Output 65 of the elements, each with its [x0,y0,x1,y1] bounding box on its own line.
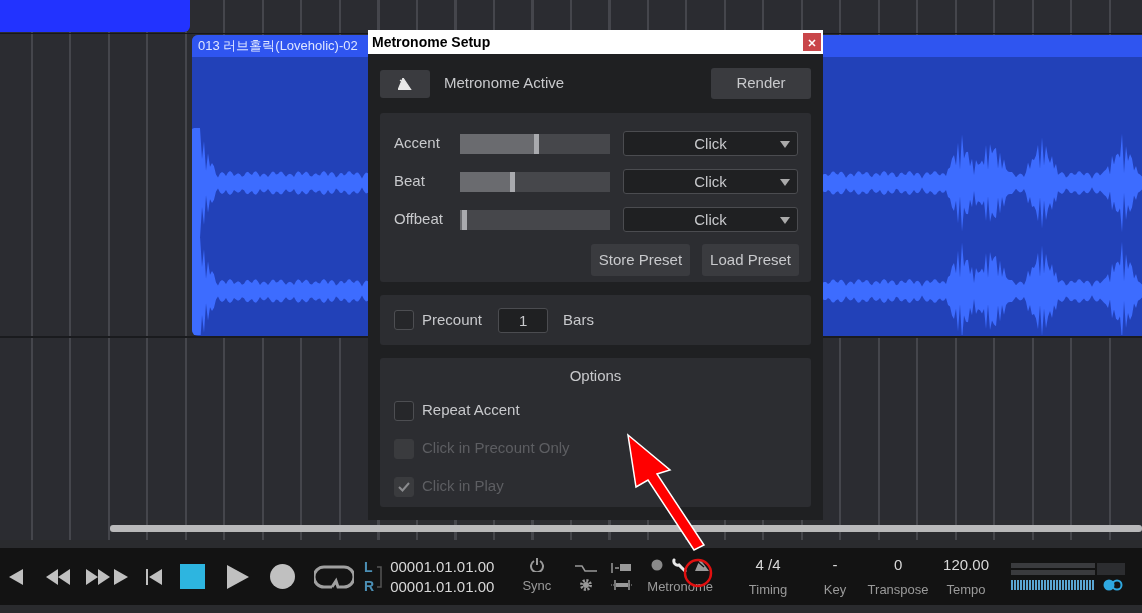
horizontal-scrollbar[interactable] [110,525,1142,532]
preset-button[interactable]: Store Preset [590,244,691,276]
sound-dropdown[interactable]: Click [623,207,798,232]
audio-clip[interactable] [0,0,190,32]
close-button[interactable] [803,33,821,51]
bars-label: Bars [563,309,594,330]
sound-label: Offbeat [394,209,444,230]
metronome-toggle-button[interactable] [380,69,430,98]
previous-icon[interactable] [9,568,23,585]
options-heading: Options [569,367,622,384]
caret-icon [780,179,790,186]
option-label: Repeat Accent [422,400,520,421]
preset-button[interactable]: Load Preset [702,244,799,276]
bars-input-field[interactable]: 1 [498,307,549,333]
next-icon[interactable] [114,568,128,585]
slider-thumb[interactable] [510,171,515,192]
field-value[interactable]: 0 [893,554,903,577]
checkbox[interactable] [394,400,414,421]
punch-in-icon[interactable] [575,562,598,574]
volume-slider[interactable] [460,133,610,154]
metronome-icon [398,77,412,90]
peak-indicator [1097,562,1126,575]
locator-label: L [364,557,374,577]
render-button[interactable]: Render [711,68,811,99]
locator-time[interactable]: 00001.01.01.00 [390,556,495,577]
sound-dropdown[interactable]: Click [623,131,798,156]
metronome-icon[interactable] [695,558,710,571]
range-icon[interactable] [611,579,634,591]
field-label: Timing [748,580,788,599]
return-to-start-icon[interactable] [146,568,162,585]
sound-label: Accent [394,133,441,154]
volume-slider[interactable] [460,209,610,230]
field-value[interactable]: - [832,554,838,577]
locator-time[interactable]: 00001.01.01.00 [390,576,495,597]
record-dot-icon[interactable] [651,558,664,571]
checkbox[interactable] [394,310,414,330]
close-icon [808,38,816,47]
marker-icon[interactable] [611,562,634,574]
field-label: Key [823,580,847,599]
field-value[interactable]: 120.00 [943,554,989,577]
fast-forward-icon[interactable] [86,568,110,585]
toggle-icon[interactable] [1103,578,1124,591]
sound-label: Beat [394,171,426,192]
sound-dropdown[interactable]: Click [623,169,798,194]
metronome-label: Metronome [647,577,714,596]
volume-slider[interactable] [460,171,610,192]
metronome-active-label: Metronome Active [444,73,565,94]
caret-icon [780,217,790,224]
loop-icon[interactable] [314,564,354,589]
caret-icon [780,141,790,148]
rewind-icon[interactable] [46,568,70,585]
play-icon[interactable] [227,564,249,589]
sync-label: Sync [522,576,552,595]
slider-thumb[interactable] [534,133,539,154]
record-icon[interactable] [270,564,295,589]
field-label: Tempo [946,580,986,599]
slider-thumb[interactable] [462,209,467,230]
locator-label: R [364,576,375,596]
field-label: Transpose [867,580,929,599]
power-icon[interactable] [529,557,544,572]
precount-label: Precount [422,309,483,330]
checkmark-icon [398,481,410,492]
bracket-icon [377,565,383,588]
dialog-title: Metronome Setup [372,32,491,52]
field-value[interactable]: 4 /4 [755,554,781,577]
